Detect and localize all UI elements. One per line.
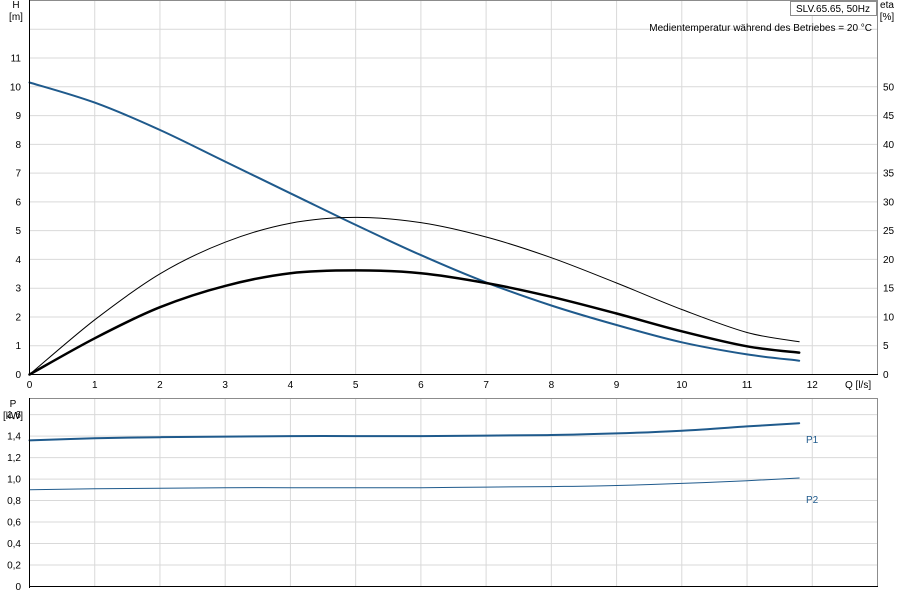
top-x-tick-label: 0	[27, 380, 33, 391]
bottom-left-tick-label: 0	[15, 582, 21, 593]
top-right-tick-label: 20	[883, 255, 895, 266]
top-x-axis-label: Q [l/s]	[845, 380, 871, 391]
top-right-tick-label: 40	[883, 140, 895, 151]
top-left-tick-label: 7	[15, 169, 21, 180]
bottom-left-tick-labels: 00,20,40,60,81,01,21,41,6	[7, 410, 21, 593]
top-left-tick-label: 3	[15, 284, 21, 295]
bottom-chart-series	[28, 422, 801, 491]
top-right-tick-labels: 0 5 10 15 20 25 30 35 40 45 50	[883, 82, 895, 381]
top-x-tick-label: 9	[614, 380, 620, 391]
bottom-left-tick-label: 0,8	[7, 496, 21, 507]
bottom-left-axis-label: P	[10, 399, 17, 410]
top-x-tick-label: 4	[288, 380, 294, 391]
bottom-left-tick-label: 1,4	[7, 432, 21, 443]
top-right-tick-label: 30	[883, 197, 895, 208]
top-chart-series	[28, 81, 801, 376]
top-left-tick-label: 11	[11, 54, 22, 65]
pump-performance-chart: 01234567891011 05101520253035404550 0123…	[3, 0, 895, 593]
bottom-left-tick-label: 1,2	[7, 453, 21, 464]
top-left-tick-label: 1	[15, 341, 21, 352]
top-x-tick-label: 11	[742, 380, 753, 391]
top-left-tick-label: 10	[10, 82, 22, 93]
top-x-tick-label: 10	[676, 380, 688, 391]
bottom-left-axis-unit: [kW]	[3, 411, 23, 422]
top-left-axis-label: H	[12, 0, 19, 11]
top-x-tick-label: 7	[483, 380, 489, 391]
top-right-tick-label: 10	[883, 312, 895, 323]
series-label-p2: P2	[806, 495, 819, 506]
bottom-left-tick-label: 0,4	[7, 539, 21, 550]
top-right-axis-label: eta	[880, 0, 894, 11]
top-left-tick-label: 0	[15, 370, 21, 381]
bottom-left-tick-label: 0,2	[7, 561, 21, 572]
top-left-tick-label: 9	[15, 111, 21, 122]
top-left-axis-unit: [m]	[9, 12, 23, 23]
bottom-left-tick-label: 0,6	[7, 518, 21, 529]
top-right-tick-label: 15	[883, 284, 895, 295]
top-right-tick-label: 25	[883, 226, 895, 237]
power-curve-p1	[28, 422, 801, 442]
efficiency-curve-eta-thick	[28, 269, 801, 376]
top-x-tick-label: 1	[92, 380, 98, 391]
top-x-tick-label: 6	[418, 380, 424, 391]
top-right-tick-label: 35	[883, 169, 895, 180]
power-curve-p2	[29, 477, 800, 491]
top-right-tick-label: 0	[883, 370, 889, 381]
chart-title: SLV.65.65, 50Hz	[796, 4, 870, 15]
chart-note: Medientemperatur während des Betriebes =…	[649, 23, 872, 34]
top-right-tick-label: 50	[883, 82, 895, 93]
top-left-tick-label: 5	[15, 226, 21, 237]
top-left-tick-labels: 0 1 2 3 4 5 6 7 8 9 10 11	[10, 54, 22, 381]
top-right-tick-label: 45	[883, 111, 895, 122]
top-x-tick-label: 3	[222, 380, 228, 391]
top-left-tick-label: 2	[15, 312, 21, 323]
top-right-axis-unit: [%]	[880, 12, 895, 23]
top-chart-grid	[29, 0, 878, 375]
top-left-tick-label: 6	[15, 197, 21, 208]
top-x-tick-label: 8	[549, 380, 555, 391]
top-x-tick-label: 12	[807, 380, 819, 391]
top-chart-frame	[29, 0, 878, 375]
bottom-left-tick-label: 1,0	[7, 475, 21, 486]
top-right-tick-label: 5	[883, 341, 889, 352]
top-x-tick-labels: 0 1 2 3 4 5 6 7 8 9 10 11 12	[27, 380, 819, 391]
series-label-p1: P1	[806, 435, 819, 446]
efficiency-curve-eta-thin	[29, 216, 800, 375]
top-x-tick-label: 5	[353, 380, 359, 391]
top-x-tick-label: 2	[157, 380, 163, 391]
top-left-tick-label: 8	[15, 140, 21, 151]
top-left-tick-label: 4	[15, 255, 21, 266]
